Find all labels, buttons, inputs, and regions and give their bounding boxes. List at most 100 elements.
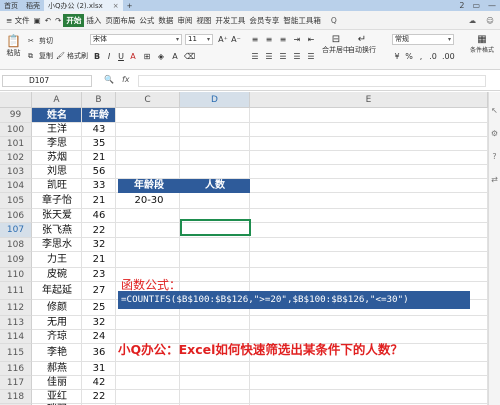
menu-data[interactable]: 数据 — [156, 15, 175, 26]
zoom-icon[interactable]: 🔍 — [104, 75, 114, 84]
column-header-e[interactable]: E — [250, 92, 488, 108]
formula-input[interactable] — [138, 75, 486, 87]
tab-workbook[interactable]: 小Q办公 (2).xlsx × — [44, 0, 123, 11]
name-cell[interactable]: 年起延 — [32, 282, 82, 300]
menu-formula[interactable]: 公式 — [137, 15, 156, 26]
age-cell[interactable]: 21 — [82, 252, 116, 268]
name-cell[interactable]: 章子怡 — [32, 193, 82, 209]
outdent-icon[interactable]: ⇤ — [306, 35, 316, 45]
sidebar-help-icon[interactable]: ? — [489, 152, 500, 161]
align-middle-icon[interactable]: ≡ — [264, 35, 274, 45]
cursor-icon[interactable]: ↖ — [489, 106, 500, 115]
close-icon[interactable]: × — [113, 2, 119, 10]
font-name-select[interactable]: 宋体 ▾ — [90, 34, 182, 45]
name-cell[interactable]: 张飞燕 — [32, 223, 82, 238]
summary-header-range[interactable]: 年龄段 — [118, 179, 180, 193]
row-header[interactable]: 104 — [0, 179, 32, 193]
tab-home[interactable]: 首页 — [0, 0, 22, 11]
bold-icon[interactable]: B — [92, 52, 102, 62]
name-cell[interactable]: 修颜 — [32, 300, 82, 316]
align-left-icon[interactable]: ☰ — [250, 52, 260, 62]
age-cell[interactable]: 56 — [82, 165, 116, 179]
menu-insert[interactable]: 插入 — [84, 15, 103, 26]
align-top-icon[interactable]: ≡ — [250, 35, 260, 45]
name-cell[interactable]: 李艳 — [32, 344, 82, 362]
redo-icon[interactable]: ↷ — [53, 16, 63, 25]
distributed-icon[interactable]: ☰ — [306, 52, 316, 62]
fx-icon[interactable]: fx — [122, 75, 130, 84]
age-cell[interactable]: 27 — [82, 282, 116, 300]
name-cell[interactable]: 凯旺 — [32, 179, 82, 193]
name-cell[interactable]: 齐琼 — [32, 330, 82, 344]
age-cell[interactable]: 35 — [82, 137, 116, 151]
age-cell[interactable]: 36 — [82, 344, 116, 362]
text-color-icon[interactable]: A — [170, 52, 180, 62]
row-header[interactable]: 114 — [0, 330, 32, 344]
age-cell[interactable]: 21 — [82, 151, 116, 165]
percent-icon[interactable]: % — [404, 52, 414, 62]
row-header[interactable]: 106 — [0, 209, 32, 223]
menu-smart-tools[interactable]: 智能工具箱 — [281, 15, 323, 26]
number-format-select[interactable]: 常规 ▾ — [392, 34, 454, 45]
age-cell[interactable]: 43 — [82, 123, 116, 137]
row-header[interactable]: 103 — [0, 165, 32, 179]
font-color-icon[interactable]: A — [128, 52, 138, 62]
age-cell[interactable]: 32 — [82, 316, 116, 330]
format-painter-button[interactable]: 🖌 格式刷 — [56, 51, 88, 61]
menu-member[interactable]: 会员专享 — [247, 15, 281, 26]
shrink-font-icon[interactable]: A⁻ — [231, 35, 241, 45]
minimize-icon[interactable]: — — [488, 1, 496, 10]
age-cell[interactable]: 32 — [82, 238, 116, 252]
align-center-icon[interactable]: ☰ — [264, 52, 274, 62]
name-cell[interactable]: 郝燕 — [32, 362, 82, 376]
new-tab-button[interactable]: + — [123, 0, 137, 11]
align-right-icon[interactable]: ☰ — [278, 52, 288, 62]
age-cell[interactable]: 33 — [82, 179, 116, 193]
name-cell[interactable]: 李思水 — [32, 238, 82, 252]
currency-icon[interactable]: ¥ — [392, 52, 402, 62]
search-icon[interactable]: Q — [329, 16, 339, 25]
menu-start[interactable]: 开始 — [63, 13, 85, 27]
border-icon[interactable]: ⊞ — [142, 52, 152, 62]
name-cell[interactable]: 李思 — [32, 137, 82, 151]
grow-font-icon[interactable]: A⁺ — [218, 35, 228, 45]
name-cell[interactable]: 苏烟 — [32, 151, 82, 165]
row-header[interactable]: 113 — [0, 316, 32, 330]
row-header[interactable]: 116 — [0, 362, 32, 376]
row-header[interactable]: 117 — [0, 376, 32, 390]
sidebar-share-icon[interactable]: ⇄ — [489, 175, 500, 184]
sidebar-tool-icon[interactable]: ⚙ — [489, 129, 500, 138]
fill-color-icon[interactable]: ◈ — [156, 52, 166, 62]
age-cell[interactable]: 31 — [82, 362, 116, 376]
row-header[interactable]: 111 — [0, 282, 32, 300]
cloud-icon[interactable]: ☁ — [469, 16, 477, 25]
row-header[interactable]: 115 — [0, 344, 32, 362]
age-cell[interactable]: 24 — [82, 330, 116, 344]
user-icon[interactable]: ☺ — [486, 16, 494, 25]
indent-icon[interactable]: ⇥ — [292, 35, 302, 45]
menu-file[interactable]: ≡ 文件 — [4, 15, 32, 26]
increase-decimal-icon[interactable]: .0 — [428, 52, 438, 62]
column-header-d[interactable]: D — [180, 92, 250, 108]
table-header-age[interactable]: 年龄 — [82, 108, 116, 123]
row-header[interactable]: 107 — [0, 223, 32, 238]
row-header[interactable]: 99 — [0, 108, 32, 123]
menu-view[interactable]: 视图 — [194, 15, 213, 26]
copy-button[interactable]: ⧉ 复制 — [28, 51, 53, 61]
underline-icon[interactable]: U — [116, 52, 126, 62]
restore-icon[interactable]: ▭ — [472, 1, 480, 10]
undo-icon[interactable]: ↶ — [43, 16, 53, 25]
name-box[interactable]: D107 — [2, 75, 92, 87]
name-cell[interactable]: 力王 — [32, 252, 82, 268]
decrease-decimal-icon[interactable]: .00 — [442, 52, 455, 62]
row-header[interactable]: 118 — [0, 390, 32, 404]
name-cell[interactable]: 王洋 — [32, 123, 82, 137]
age-cell[interactable]: 22 — [82, 390, 116, 404]
column-header-a[interactable]: A — [32, 92, 82, 108]
row-header[interactable]: 105 — [0, 193, 32, 209]
cut-button[interactable]: ✂ 剪切 — [28, 36, 53, 46]
clear-format-icon[interactable]: ⌫ — [184, 52, 195, 62]
menu-page-layout[interactable]: 页面布局 — [103, 15, 137, 26]
age-cell[interactable]: 21 — [82, 193, 116, 209]
select-all-corner[interactable] — [0, 92, 32, 108]
